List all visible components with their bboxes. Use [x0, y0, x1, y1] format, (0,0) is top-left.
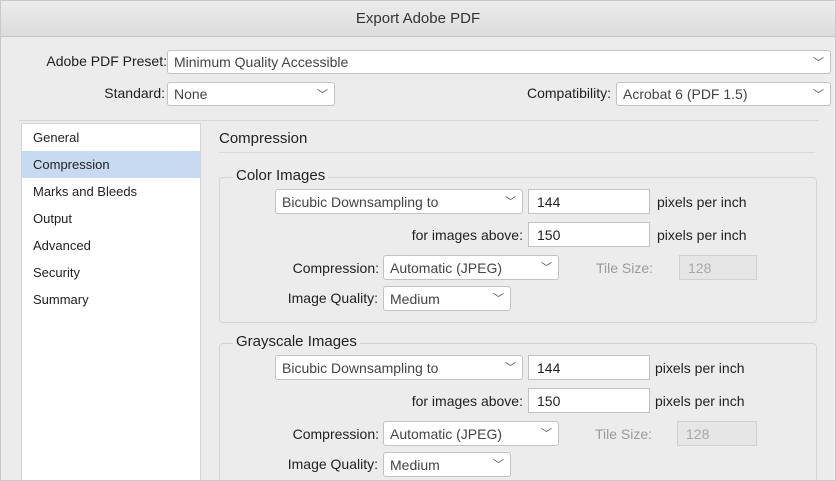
grayscale-ppi-input[interactable]: 144 [528, 355, 650, 380]
grayscale-quality-label: Image Quality: [287, 456, 378, 472]
color-ppi-input[interactable]: 144 [528, 189, 650, 214]
sidebar-item-summary[interactable]: Summary [22, 286, 200, 313]
export-pdf-dialog: Export Adobe PDF Adobe PDF Preset: Minim… [0, 0, 836, 481]
sidebar-item-compression[interactable]: Compression [22, 151, 200, 178]
sidebar-item-security[interactable]: Security [22, 259, 200, 286]
color-ppi-unit: pixels per inch [657, 194, 747, 210]
grayscale-downsampling-select[interactable]: Bicubic Downsampling to ﹀ [275, 355, 523, 380]
color-downsampling-select[interactable]: Bicubic Downsampling to ﹀ [275, 189, 523, 214]
color-tile-input[interactable]: 128 [679, 255, 757, 280]
standard-value: None [174, 86, 208, 102]
preset-label: Adobe PDF Preset: [46, 53, 167, 69]
grayscale-above-input[interactable]: 150 [528, 388, 650, 413]
color-compression-label: Compression: [292, 260, 379, 276]
color-above-unit: pixels per inch [657, 227, 747, 243]
color-compression-select[interactable]: Automatic (JPEG) ﹀ [383, 255, 559, 280]
chevron-down-icon: ﹀ [505, 196, 516, 208]
chevron-down-icon: ﹀ [505, 362, 516, 374]
chevron-down-icon: ﹀ [317, 89, 328, 101]
chevron-down-icon: ﹀ [493, 459, 504, 471]
sidebar-item-general[interactable]: General [22, 124, 200, 151]
compatibility-label: Compatibility: [526, 85, 611, 101]
grayscale-ppi-unit: pixels per inch [655, 360, 745, 376]
title-bar: Export Adobe PDF [1, 1, 835, 37]
color-quality-label: Image Quality: [287, 290, 378, 306]
grayscale-above-unit: pixels per inch [655, 393, 745, 409]
compatibility-value: Acrobat 6 (PDF 1.5) [623, 86, 748, 102]
compression-panel: Compression Color Images Bicubic Downsam… [201, 123, 817, 480]
divider [19, 120, 819, 121]
grayscale-images-title: Grayscale Images [233, 333, 360, 350]
compatibility-select[interactable]: Acrobat 6 (PDF 1.5) ﹀ [616, 82, 831, 106]
window-title: Export Adobe PDF [355, 10, 481, 27]
color-downsampling-value: Bicubic Downsampling to [282, 193, 439, 210]
sidebar: General Compression Marks and Bleeds Out… [21, 123, 201, 480]
grayscale-compression-select[interactable]: Automatic (JPEG) ﹀ [383, 421, 559, 446]
grayscale-tile-label: Tile Size: [595, 426, 653, 442]
grayscale-above-label: for images above: [411, 393, 523, 409]
standard-label: Standard: [104, 85, 165, 101]
color-tile-label: Tile Size: [596, 260, 654, 276]
grayscale-quality-select[interactable]: Medium ﹀ [383, 452, 511, 477]
color-above-label: for images above: [411, 227, 523, 243]
preset-value: Minimum Quality Accessible [174, 54, 349, 70]
grayscale-quality-value: Medium [390, 456, 440, 473]
sidebar-item-marks-and-bleeds[interactable]: Marks and Bleeds [22, 178, 200, 205]
color-quality-select[interactable]: Medium ﹀ [383, 286, 511, 311]
chevron-down-icon: ﹀ [541, 428, 552, 440]
color-quality-value: Medium [390, 290, 440, 307]
color-above-input[interactable]: 150 [528, 222, 650, 247]
grayscale-downsampling-value: Bicubic Downsampling to [282, 359, 439, 376]
section-heading: Compression [219, 130, 308, 147]
sidebar-item-output[interactable]: Output [22, 205, 200, 232]
chevron-down-icon: ﹀ [813, 89, 824, 101]
standard-select[interactable]: None ﹀ [167, 82, 335, 106]
color-compression-value: Automatic (JPEG) [390, 259, 503, 276]
chevron-down-icon: ﹀ [493, 293, 504, 305]
chevron-down-icon: ﹀ [541, 262, 552, 274]
section-rule [219, 152, 815, 153]
chevron-down-icon: ﹀ [813, 57, 824, 69]
preset-select[interactable]: Minimum Quality Accessible ﹀ [167, 50, 831, 74]
grayscale-tile-input[interactable]: 128 [677, 421, 757, 446]
grayscale-compression-value: Automatic (JPEG) [390, 425, 503, 442]
grayscale-compression-label: Compression: [292, 426, 379, 442]
sidebar-item-advanced[interactable]: Advanced [22, 232, 200, 259]
color-images-title: Color Images [233, 167, 329, 184]
